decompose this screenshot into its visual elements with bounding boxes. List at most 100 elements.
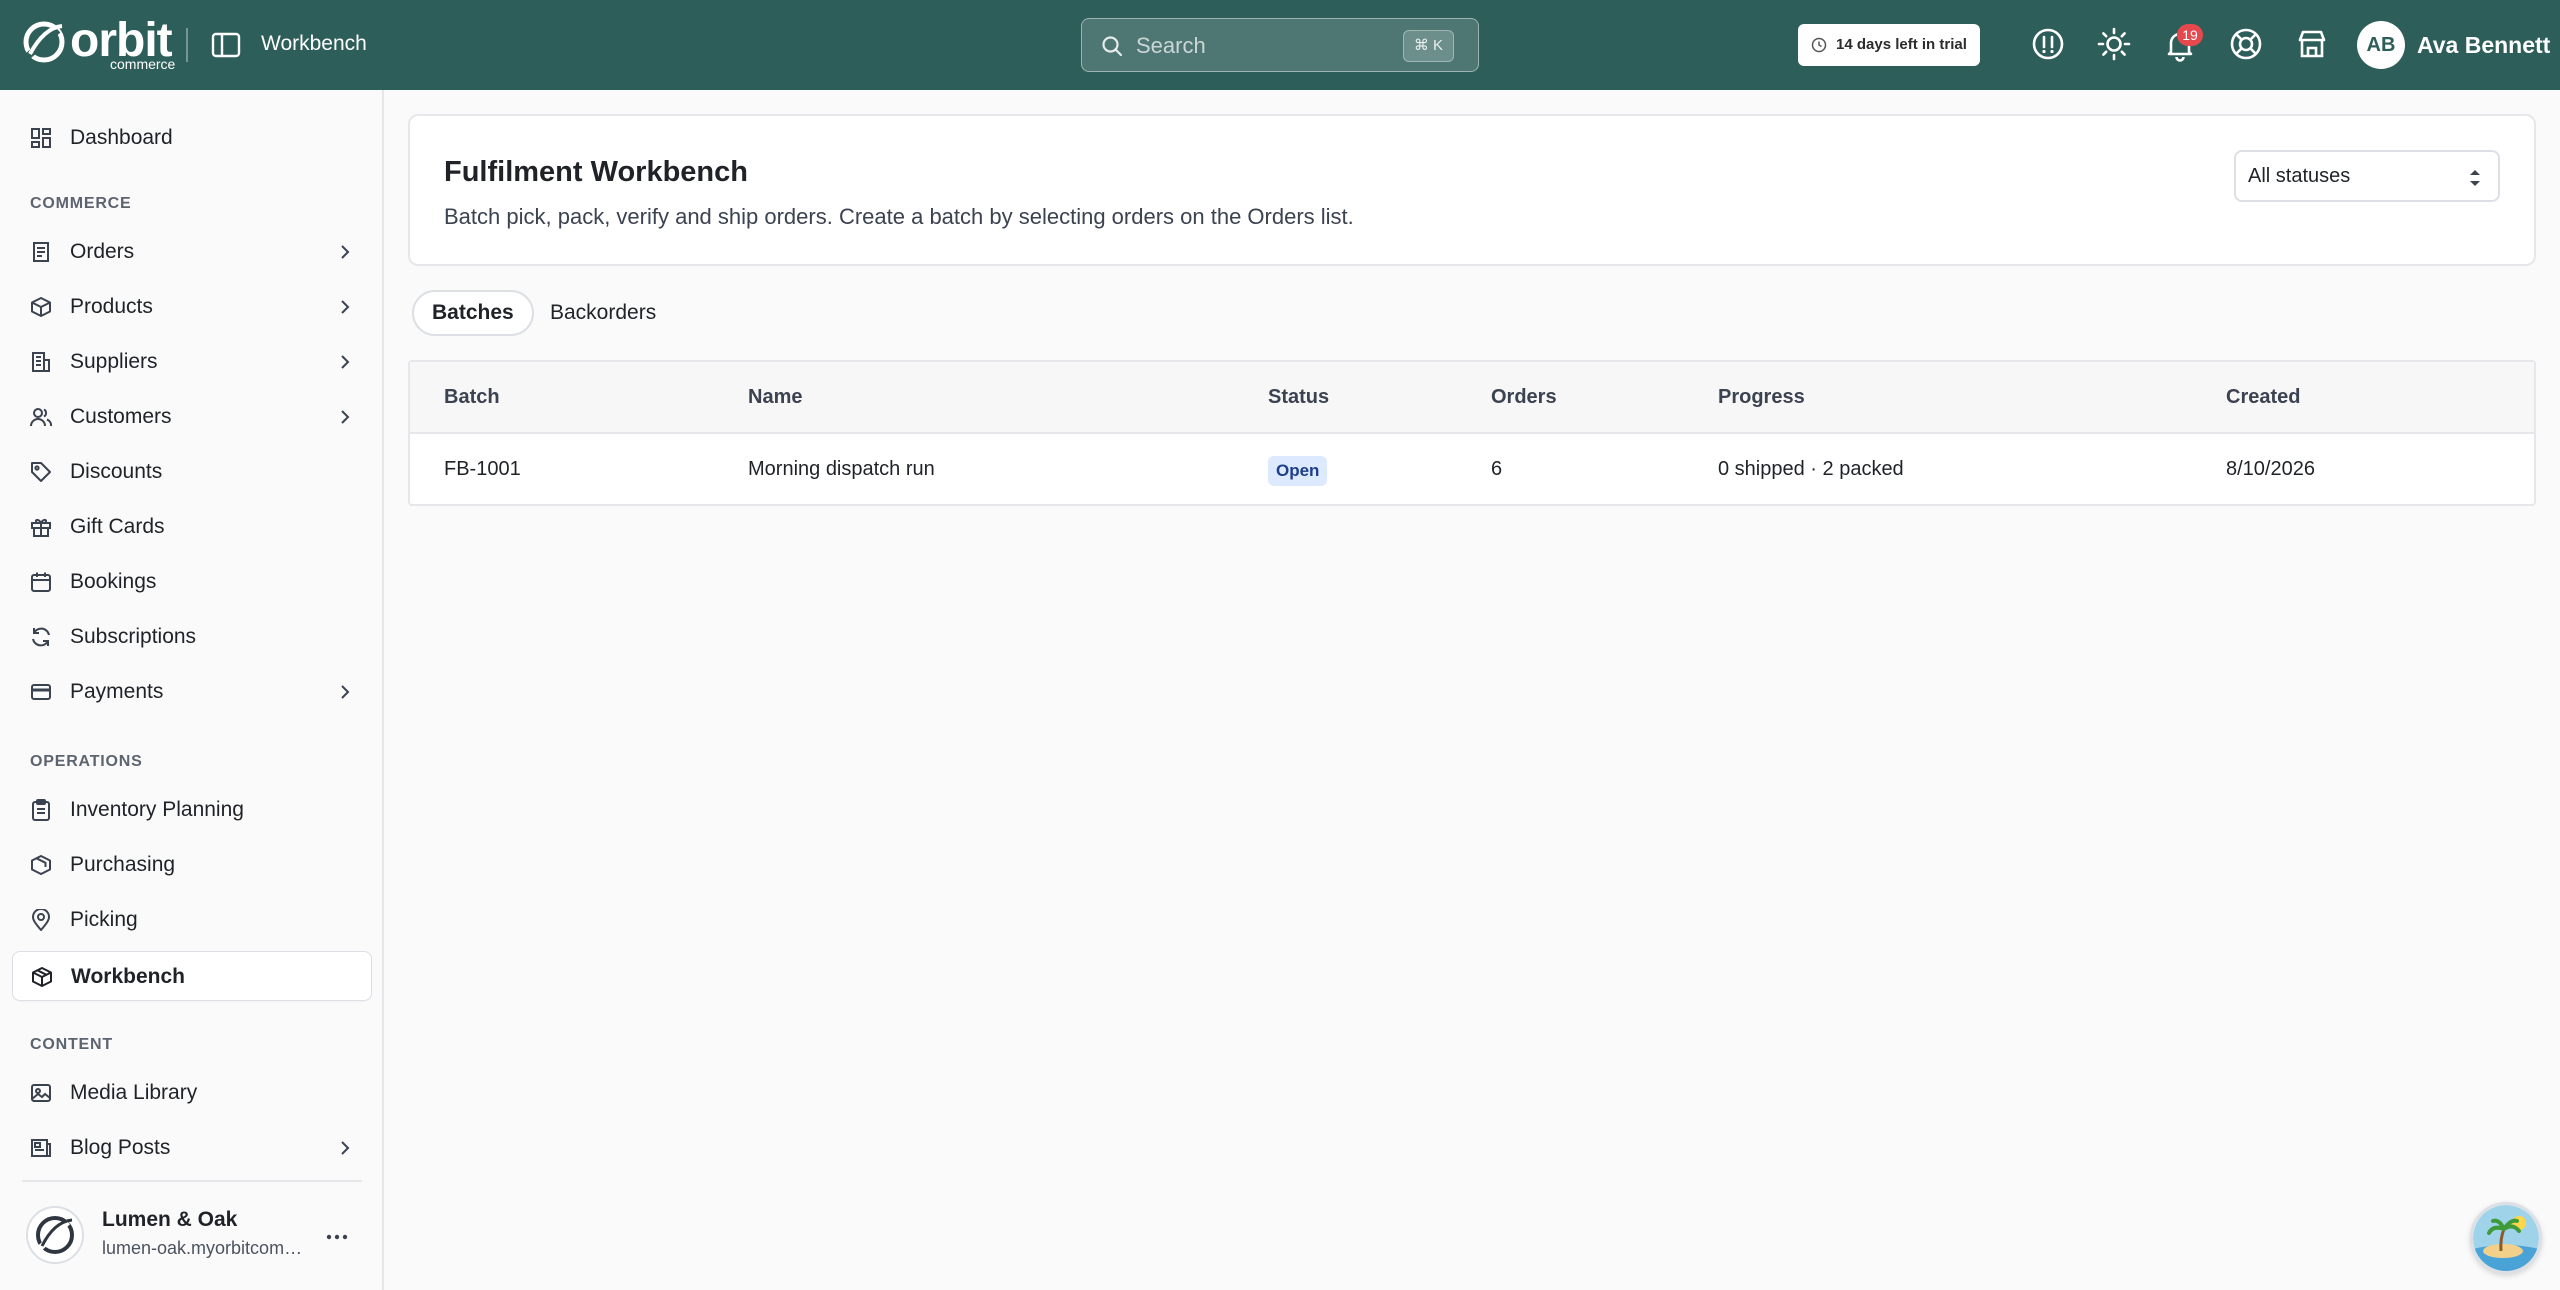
sidebar-item-products[interactable]: Products [12, 282, 372, 332]
tag-icon [31, 462, 51, 482]
sidebar-item-media-library[interactable]: Media Library [12, 1068, 372, 1118]
store-url: lumen-oak.myorbitcommerce.com [102, 1238, 306, 1258]
more-options-icon[interactable] [322, 1222, 352, 1252]
status-filter-select[interactable]: All statuses [2234, 150, 2500, 202]
alert-icon[interactable] [2030, 26, 2066, 62]
cart-box-icon [31, 855, 51, 875]
sidebar-item-dashboard[interactable]: Dashboard [12, 113, 372, 163]
sidebar-item-gift-cards[interactable]: Gift Cards [12, 502, 372, 552]
section-label-content: CONTENT [30, 1036, 113, 1053]
storefront-icon[interactable] [2294, 26, 2330, 62]
sidebar-item-orders[interactable]: Orders [12, 227, 372, 277]
search-input[interactable] [1136, 29, 1386, 63]
column-header-name[interactable]: Name [748, 386, 802, 409]
cell-orders: 6 [1491, 458, 1503, 480]
cell-name: Morning dispatch run [748, 458, 935, 480]
sidebar-item-bookings[interactable]: Bookings [12, 557, 372, 607]
sidebar-item-customers[interactable]: Customers [12, 392, 372, 442]
sidebar-item-label: Gift Cards [70, 515, 165, 538]
sidebar: Dashboard COMMERCE Orders Products Suppl… [0, 90, 384, 1290]
notification-count-badge: 19 [2177, 24, 2203, 46]
section-label-commerce: COMMERCE [30, 195, 132, 212]
orbit-logo-icon [23, 21, 65, 63]
chevron-right-icon [341, 1141, 350, 1155]
lifebuoy-icon[interactable] [2228, 26, 2264, 62]
sidebar-toggle-icon[interactable] [210, 29, 242, 61]
sidebar-item-label: Picking [70, 908, 138, 931]
sidebar-item-discounts[interactable]: Discounts [12, 447, 372, 497]
page-header-card: Fulfilment Workbench Batch pick, pack, v… [408, 114, 2536, 266]
trial-text: 14 days left in trial [1836, 36, 1967, 53]
package-icon [32, 967, 52, 987]
topbar-divider [186, 28, 188, 62]
sidebar-item-label: Orders [70, 240, 135, 263]
column-header-batch[interactable]: Batch [444, 386, 500, 409]
column-header-orders[interactable]: Orders [1491, 386, 1557, 409]
page-description: Batch pick, pack, verify and ship orders… [444, 204, 1354, 229]
sidebar-item-payments[interactable]: Payments [12, 667, 372, 717]
dashboard-icon [31, 128, 51, 148]
sidebar-item-label: Products [70, 295, 153, 318]
cell-created: 8/10/2026 [2226, 458, 2315, 480]
box-icon [31, 297, 51, 317]
credit-card-icon [31, 684, 51, 700]
search-icon [1102, 36, 1123, 57]
sidebar-item-blog-posts[interactable]: Blog Posts [12, 1123, 372, 1173]
chevron-right-icon [341, 300, 350, 314]
store-name: Lumen & Oak [102, 1208, 238, 1231]
status-filter-value: All statuses [2248, 165, 2351, 187]
column-header-created[interactable]: Created [2226, 386, 2300, 409]
sidebar-item-purchasing[interactable]: Purchasing [12, 840, 372, 890]
users-icon [30, 408, 52, 427]
page-title: Fulfilment Workbench [444, 156, 748, 188]
user-avatar[interactable]: AB [2357, 21, 2405, 69]
current-page-label: Workbench [261, 32, 367, 55]
chevron-right-icon [341, 245, 350, 259]
search-shortcut-hint: ⌘ K [1402, 30, 1454, 62]
sidebar-item-subscriptions[interactable]: Subscriptions [12, 612, 372, 662]
clock-icon [1811, 37, 1827, 53]
section-label-operations: OPERATIONS [30, 753, 143, 770]
sidebar-item-label: Bookings [70, 570, 157, 593]
trial-badge[interactable]: 14 days left in trial [1798, 24, 1980, 66]
sidebar-item-label: Payments [70, 680, 164, 703]
calendar-icon [31, 572, 51, 592]
gift-icon [31, 519, 51, 537]
sidebar-item-label: Suppliers [70, 350, 158, 373]
sidebar-item-label: Inventory Planning [70, 798, 244, 821]
receipt-icon [33, 242, 49, 262]
sidebar-item-label: Customers [70, 405, 172, 428]
orbit-commerce-logo[interactable]: orbit commerce [22, 16, 175, 72]
sidebar-item-workbench[interactable]: Workbench [12, 951, 372, 1001]
user-name[interactable]: Ava Bennett [2417, 30, 2550, 60]
sidebar-item-label: Dashboard [70, 126, 173, 149]
sidebar-footer-divider [22, 1180, 362, 1182]
sidebar-item-label: Purchasing [70, 853, 176, 876]
sidebar-item-label: Blog Posts [70, 1136, 171, 1159]
sun-icon[interactable] [2096, 26, 2132, 62]
map-pin-icon [31, 909, 51, 931]
sidebar-item-suppliers[interactable]: Suppliers [12, 337, 372, 387]
refresh-icon [32, 627, 50, 647]
status-badge: Open [1268, 456, 1328, 486]
assistant-launcher[interactable] [2470, 1202, 2542, 1274]
table-header-row: Batch Name Status Orders Progress Create… [410, 362, 2534, 434]
top-bar: orbit commerce Workbench ⌘ K 14 days lef… [0, 0, 2560, 90]
chevron-right-icon [341, 410, 350, 424]
building-icon [32, 352, 50, 372]
global-search[interactable]: ⌘ K [1081, 18, 1479, 72]
tab-backorders[interactable]: Backorders [532, 290, 674, 336]
logo-subtitle: commerce [110, 56, 176, 72]
chevron-right-icon [341, 685, 350, 699]
select-arrows-icon [2470, 170, 2480, 186]
newspaper-icon [31, 1139, 51, 1157]
column-header-status[interactable]: Status [1268, 386, 1329, 409]
image-icon [31, 1084, 51, 1102]
tab-batches[interactable]: Batches [412, 290, 534, 336]
sidebar-item-picking[interactable]: Picking [12, 895, 372, 945]
cell-batch[interactable]: FB-1001 [444, 458, 521, 481]
column-header-progress[interactable]: Progress [1718, 386, 1805, 409]
sidebar-item-inventory-planning[interactable]: Inventory Planning [12, 785, 372, 835]
store-logo[interactable] [26, 1206, 84, 1264]
chevron-right-icon [341, 355, 350, 369]
